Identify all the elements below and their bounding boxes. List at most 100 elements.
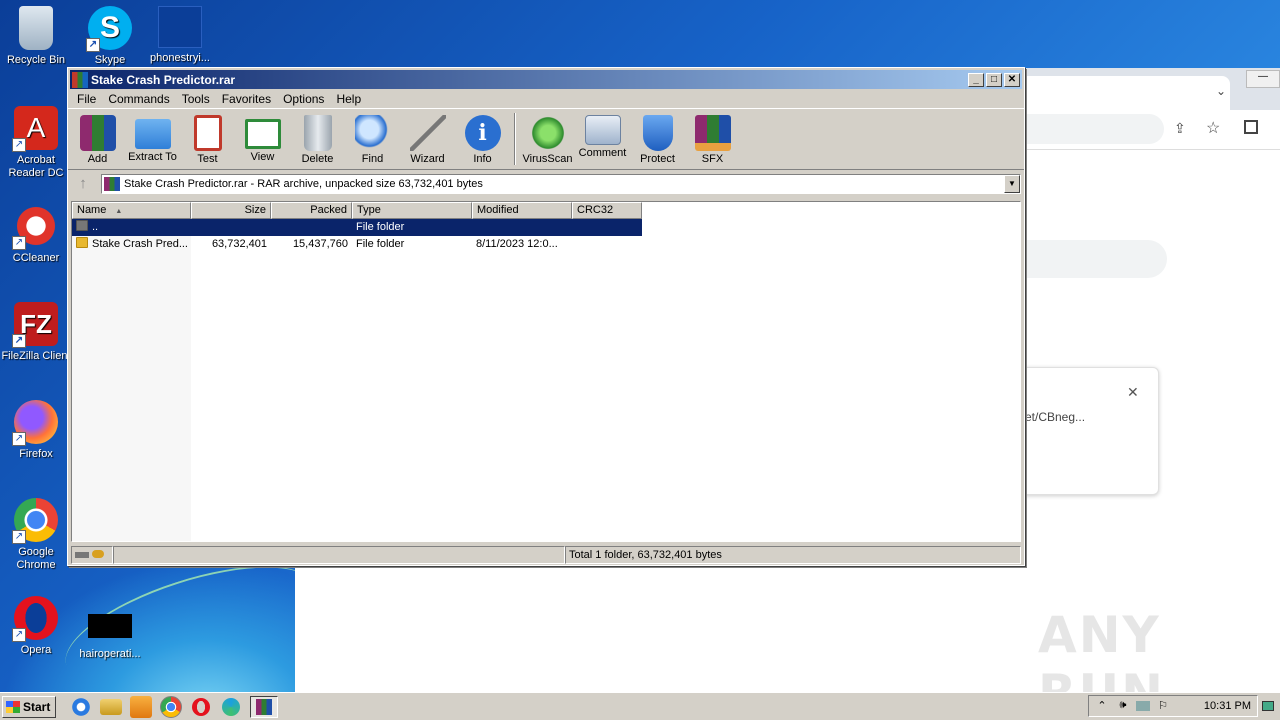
column-crc32[interactable]: CRC32 bbox=[572, 202, 642, 219]
side-panel-icon[interactable] bbox=[1244, 120, 1258, 134]
chrome-toolbar: ⇪ ☆ bbox=[1024, 110, 1280, 150]
status-drive-icons[interactable] bbox=[71, 546, 113, 564]
desktop-icon-chrome[interactable]: ↗ Google Chrome bbox=[0, 498, 72, 572]
chrome-icon: ↗ bbox=[12, 498, 58, 544]
column-type[interactable]: Type bbox=[352, 202, 472, 219]
bug-icon bbox=[529, 115, 566, 151]
winrar-icon bbox=[72, 71, 88, 88]
comment-button[interactable]: Comment bbox=[575, 113, 630, 169]
table-row[interactable]: Stake Crash Pred... 63,732,401 15,437,76… bbox=[72, 236, 642, 253]
column-size[interactable]: Size bbox=[191, 202, 271, 219]
file-list[interactable]: Name ▲ Size Packed Type Modified CRC32 .… bbox=[71, 201, 1021, 542]
menu-options[interactable]: Options bbox=[277, 92, 330, 106]
title-bar[interactable]: Stake Crash Predictor.rar _ □ ✕ bbox=[70, 70, 1022, 89]
chrome-tab-bar: — ⌄ bbox=[1024, 68, 1280, 110]
find-button[interactable]: Find bbox=[345, 113, 400, 169]
add-archive-icon bbox=[79, 115, 116, 151]
sfx-icon bbox=[694, 115, 731, 151]
address-field[interactable]: Stake Crash Predictor.rar - RAR archive,… bbox=[101, 174, 1021, 194]
media-player-icon[interactable] bbox=[130, 695, 152, 718]
delete-button[interactable]: Delete bbox=[290, 113, 345, 169]
book-icon bbox=[244, 119, 281, 149]
address-bar: ↑ Stake Crash Predictor.rar - RAR archiv… bbox=[68, 170, 1024, 198]
menu-bar: File Commands Tools Favorites Options He… bbox=[68, 89, 1024, 108]
opera-icon[interactable] bbox=[192, 697, 210, 716]
toolbar-separator bbox=[514, 113, 516, 165]
recycle-bin-icon bbox=[19, 6, 53, 50]
magnifier-icon bbox=[354, 115, 391, 151]
menu-file[interactable]: File bbox=[71, 92, 102, 106]
sort-up-icon: ▲ bbox=[115, 208, 123, 215]
sfx-button[interactable]: SFX bbox=[685, 113, 740, 169]
column-packed[interactable]: Packed bbox=[271, 202, 352, 219]
explorer-icon[interactable] bbox=[100, 698, 122, 715]
drive-icon bbox=[75, 552, 89, 558]
close-button[interactable]: ✕ bbox=[1004, 72, 1020, 87]
file-icon bbox=[88, 614, 132, 638]
status-left bbox=[113, 546, 565, 564]
speaker-icon[interactable]: 🕪 bbox=[1115, 699, 1131, 713]
minimize-button[interactable]: _ bbox=[968, 72, 984, 87]
shield-icon bbox=[642, 115, 673, 151]
column-modified[interactable]: Modified bbox=[472, 202, 572, 219]
flag-icon[interactable]: ⚐ bbox=[1155, 699, 1171, 713]
table-row[interactable]: .. File folder bbox=[72, 219, 642, 236]
ie-icon[interactable] bbox=[70, 695, 92, 718]
desktop-icon-phonestryi[interactable]: phonestryi... bbox=[144, 6, 216, 65]
maximize-button[interactable]: □ bbox=[986, 72, 1002, 87]
share-icon[interactable]: ⇪ bbox=[1174, 120, 1186, 137]
key-icon bbox=[92, 550, 105, 558]
desktop-icon-acrobat[interactable]: A ↗ Acrobat Reader DC bbox=[0, 106, 72, 180]
chrome-icon[interactable] bbox=[160, 695, 182, 718]
info-icon: i bbox=[464, 115, 501, 151]
chevron-down-icon[interactable]: ⌄ bbox=[1216, 84, 1226, 98]
clock[interactable]: 10:31 PM bbox=[1204, 700, 1251, 712]
opera-icon: ↗ bbox=[12, 596, 58, 642]
taskbar: Start ⌃ 🕪 ⚐ 10:31 PM bbox=[0, 692, 1280, 720]
firefox-icon: ↗ bbox=[12, 400, 58, 446]
add-button[interactable]: Add bbox=[70, 113, 125, 169]
up-arrow-icon[interactable]: ↑ bbox=[71, 174, 95, 194]
virusscan-button[interactable]: VirusScan bbox=[520, 113, 575, 169]
minimize-icon[interactable]: — bbox=[1246, 70, 1280, 88]
address-text: Stake Crash Predictor.rar - RAR archive,… bbox=[124, 178, 483, 190]
chevron-down-icon[interactable]: ▼ bbox=[1004, 175, 1020, 193]
desktop-icon-skype[interactable]: S ↗ Skype bbox=[74, 6, 146, 67]
menu-favorites[interactable]: Favorites bbox=[216, 92, 277, 106]
desktop-icon-hairoperati[interactable]: hairoperati... bbox=[74, 614, 146, 661]
skype-icon: S ↗ bbox=[86, 6, 132, 52]
checklist-icon bbox=[193, 115, 222, 151]
view-button[interactable]: View bbox=[235, 113, 290, 169]
menu-help[interactable]: Help bbox=[330, 92, 367, 106]
name-column-shade bbox=[72, 219, 191, 541]
desktop-icon-recycle-bin[interactable]: Recycle Bin bbox=[0, 6, 72, 67]
tray-expand-icon[interactable]: ⌃ bbox=[1094, 699, 1110, 713]
window-title: Stake Crash Predictor.rar bbox=[91, 72, 236, 87]
chrome-notification-card: ✕ et/CBneg... bbox=[1024, 367, 1159, 495]
magic-wand-icon bbox=[409, 115, 446, 151]
info-button[interactable]: i Info bbox=[455, 113, 510, 169]
acrobat-icon: A ↗ bbox=[12, 106, 58, 152]
edge-icon[interactable] bbox=[222, 697, 240, 716]
wizard-button[interactable]: Wizard bbox=[400, 113, 455, 169]
comment-icon bbox=[584, 115, 621, 145]
desktop-icon-firefox[interactable]: ↗ Firefox bbox=[0, 400, 72, 461]
test-button[interactable]: Test bbox=[180, 113, 235, 169]
column-name[interactable]: Name ▲ bbox=[72, 202, 191, 219]
extract-to-button[interactable]: Extract To bbox=[125, 113, 180, 169]
close-icon[interactable]: ✕ bbox=[1127, 384, 1139, 401]
taskbar-winrar-button[interactable] bbox=[250, 695, 278, 718]
archive-icon bbox=[104, 177, 120, 191]
bookmark-star-icon[interactable]: ☆ bbox=[1206, 118, 1220, 138]
filezilla-icon: FZ ↗ bbox=[12, 302, 58, 348]
start-button[interactable]: Start bbox=[2, 695, 56, 718]
menu-tools[interactable]: Tools bbox=[176, 92, 216, 106]
desktop-icon-opera[interactable]: ↗ Opera bbox=[0, 596, 72, 657]
menu-commands[interactable]: Commands bbox=[102, 92, 175, 106]
protect-button[interactable]: Protect bbox=[630, 113, 685, 169]
desktop-icon-filezilla[interactable]: FZ ↗ FileZilla Client bbox=[0, 302, 72, 363]
desktop-icon-ccleaner[interactable]: ↗ CCleaner bbox=[0, 204, 72, 265]
network-icon[interactable] bbox=[1136, 701, 1150, 711]
system-tray: ⌃ 🕪 ⚐ 10:31 PM bbox=[1088, 695, 1258, 717]
show-desktop-icon[interactable] bbox=[1262, 701, 1274, 711]
